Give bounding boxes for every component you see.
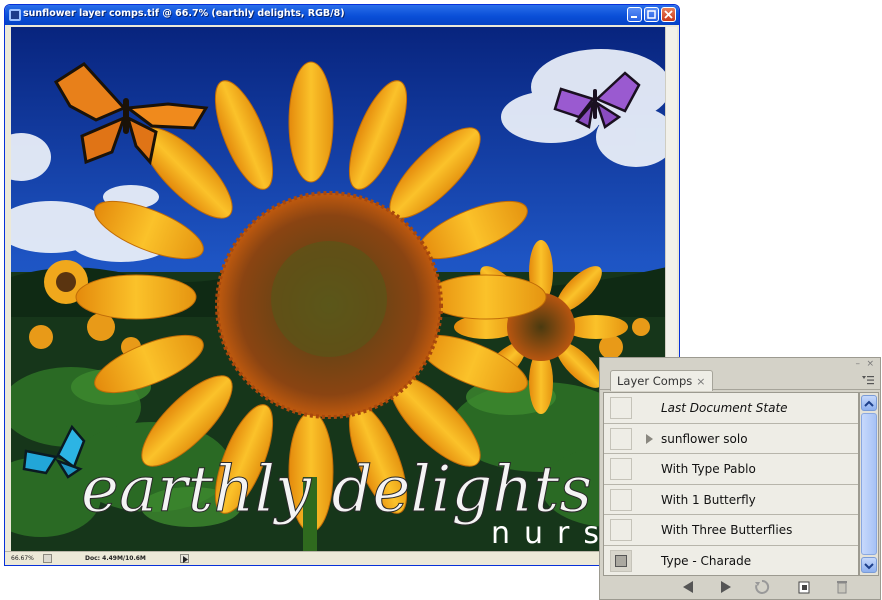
- comp-label: With Type Pablo: [661, 462, 756, 477]
- maximize-icon: [647, 10, 656, 19]
- photoshop-app-icon: [9, 9, 21, 21]
- panel-collapse-icon[interactable]: –: [856, 359, 861, 369]
- chevron-down-icon: [864, 563, 874, 570]
- next-comp-icon[interactable]: [718, 579, 734, 595]
- apply-comp-box[interactable]: [610, 427, 632, 450]
- list-item[interactable]: Last Document State: [604, 393, 858, 424]
- list-item[interactable]: With Type Pablo: [604, 454, 858, 485]
- apply-comp-box[interactable]: [610, 519, 632, 542]
- layer-comps-list: Last Document State sunflower solo With …: [603, 392, 859, 576]
- comp-label: With Three Butterflies: [661, 523, 793, 538]
- sunflower-photo: earthly delights nurse: [11, 27, 667, 551]
- status-bar: 66.67% Doc: 4.49M/10.6M: [5, 551, 679, 565]
- tab-layer-comps[interactable]: Layer Comps ×: [610, 370, 713, 391]
- list-item[interactable]: Type - Charade: [604, 546, 858, 577]
- status-popup-arrow[interactable]: [180, 554, 189, 563]
- list-item[interactable]: sunflower solo: [604, 424, 858, 455]
- status-menu-button[interactable]: [43, 554, 52, 563]
- new-comp-icon[interactable]: [796, 579, 812, 595]
- minimize-button[interactable]: [627, 7, 642, 22]
- scroll-down-button[interactable]: [861, 557, 877, 573]
- apply-comp-box[interactable]: [610, 488, 632, 511]
- window-title: sunflower layer comps.tif @ 66.7% (earth…: [23, 8, 345, 19]
- scroll-thumb[interactable]: [861, 413, 877, 555]
- play-arrow-icon: [183, 556, 188, 563]
- comp-label: Type - Charade: [661, 553, 752, 568]
- list-item[interactable]: With 1 Butterfly: [604, 485, 858, 516]
- panel-header[interactable]: – ×: [600, 358, 880, 370]
- scroll-up-button[interactable]: [861, 395, 877, 411]
- tab-close-icon[interactable]: ×: [696, 375, 705, 388]
- title-bar[interactable]: sunflower layer comps.tif @ 66.7% (earth…: [5, 5, 679, 25]
- panel-footer: [600, 575, 880, 599]
- apply-comp-box[interactable]: [610, 549, 632, 572]
- chevron-up-icon: [864, 400, 874, 407]
- panel-tab-row: Layer Comps ×: [600, 370, 880, 391]
- apply-comp-box[interactable]: [610, 458, 632, 481]
- maximize-button[interactable]: [644, 7, 659, 22]
- layer-comps-panel: – × Layer Comps × Last Document State sun…: [599, 357, 881, 600]
- close-icon: [664, 10, 673, 19]
- update-comp-icon[interactable]: [754, 579, 770, 595]
- apply-comp-box[interactable]: [610, 397, 632, 419]
- panel-scrollbar[interactable]: [859, 392, 879, 576]
- document-window: sunflower layer comps.tif @ 66.7% (earth…: [4, 4, 680, 566]
- panel-menu-icon[interactable]: [862, 375, 874, 385]
- close-button[interactable]: [661, 7, 676, 22]
- image-canvas[interactable]: earthly delights nurse: [11, 27, 667, 551]
- list-item[interactable]: With Three Butterflies: [604, 515, 858, 546]
- tab-label: Layer Comps: [617, 374, 693, 388]
- expand-triangle-icon[interactable]: [645, 433, 654, 444]
- comp-label: sunflower solo: [661, 431, 748, 446]
- comp-label: With 1 Butterfly: [661, 492, 756, 507]
- previous-comp-icon[interactable]: [680, 579, 696, 595]
- zoom-field[interactable]: 66.67%: [11, 555, 34, 562]
- panel-close-icon[interactable]: ×: [866, 359, 874, 369]
- applied-comp-icon: [615, 554, 627, 567]
- minimize-icon: [631, 16, 637, 18]
- doc-size-info: Doc: 4.49M/10.6M: [85, 555, 146, 562]
- delete-comp-icon[interactable]: [834, 579, 850, 595]
- comp-label: Last Document State: [661, 401, 788, 415]
